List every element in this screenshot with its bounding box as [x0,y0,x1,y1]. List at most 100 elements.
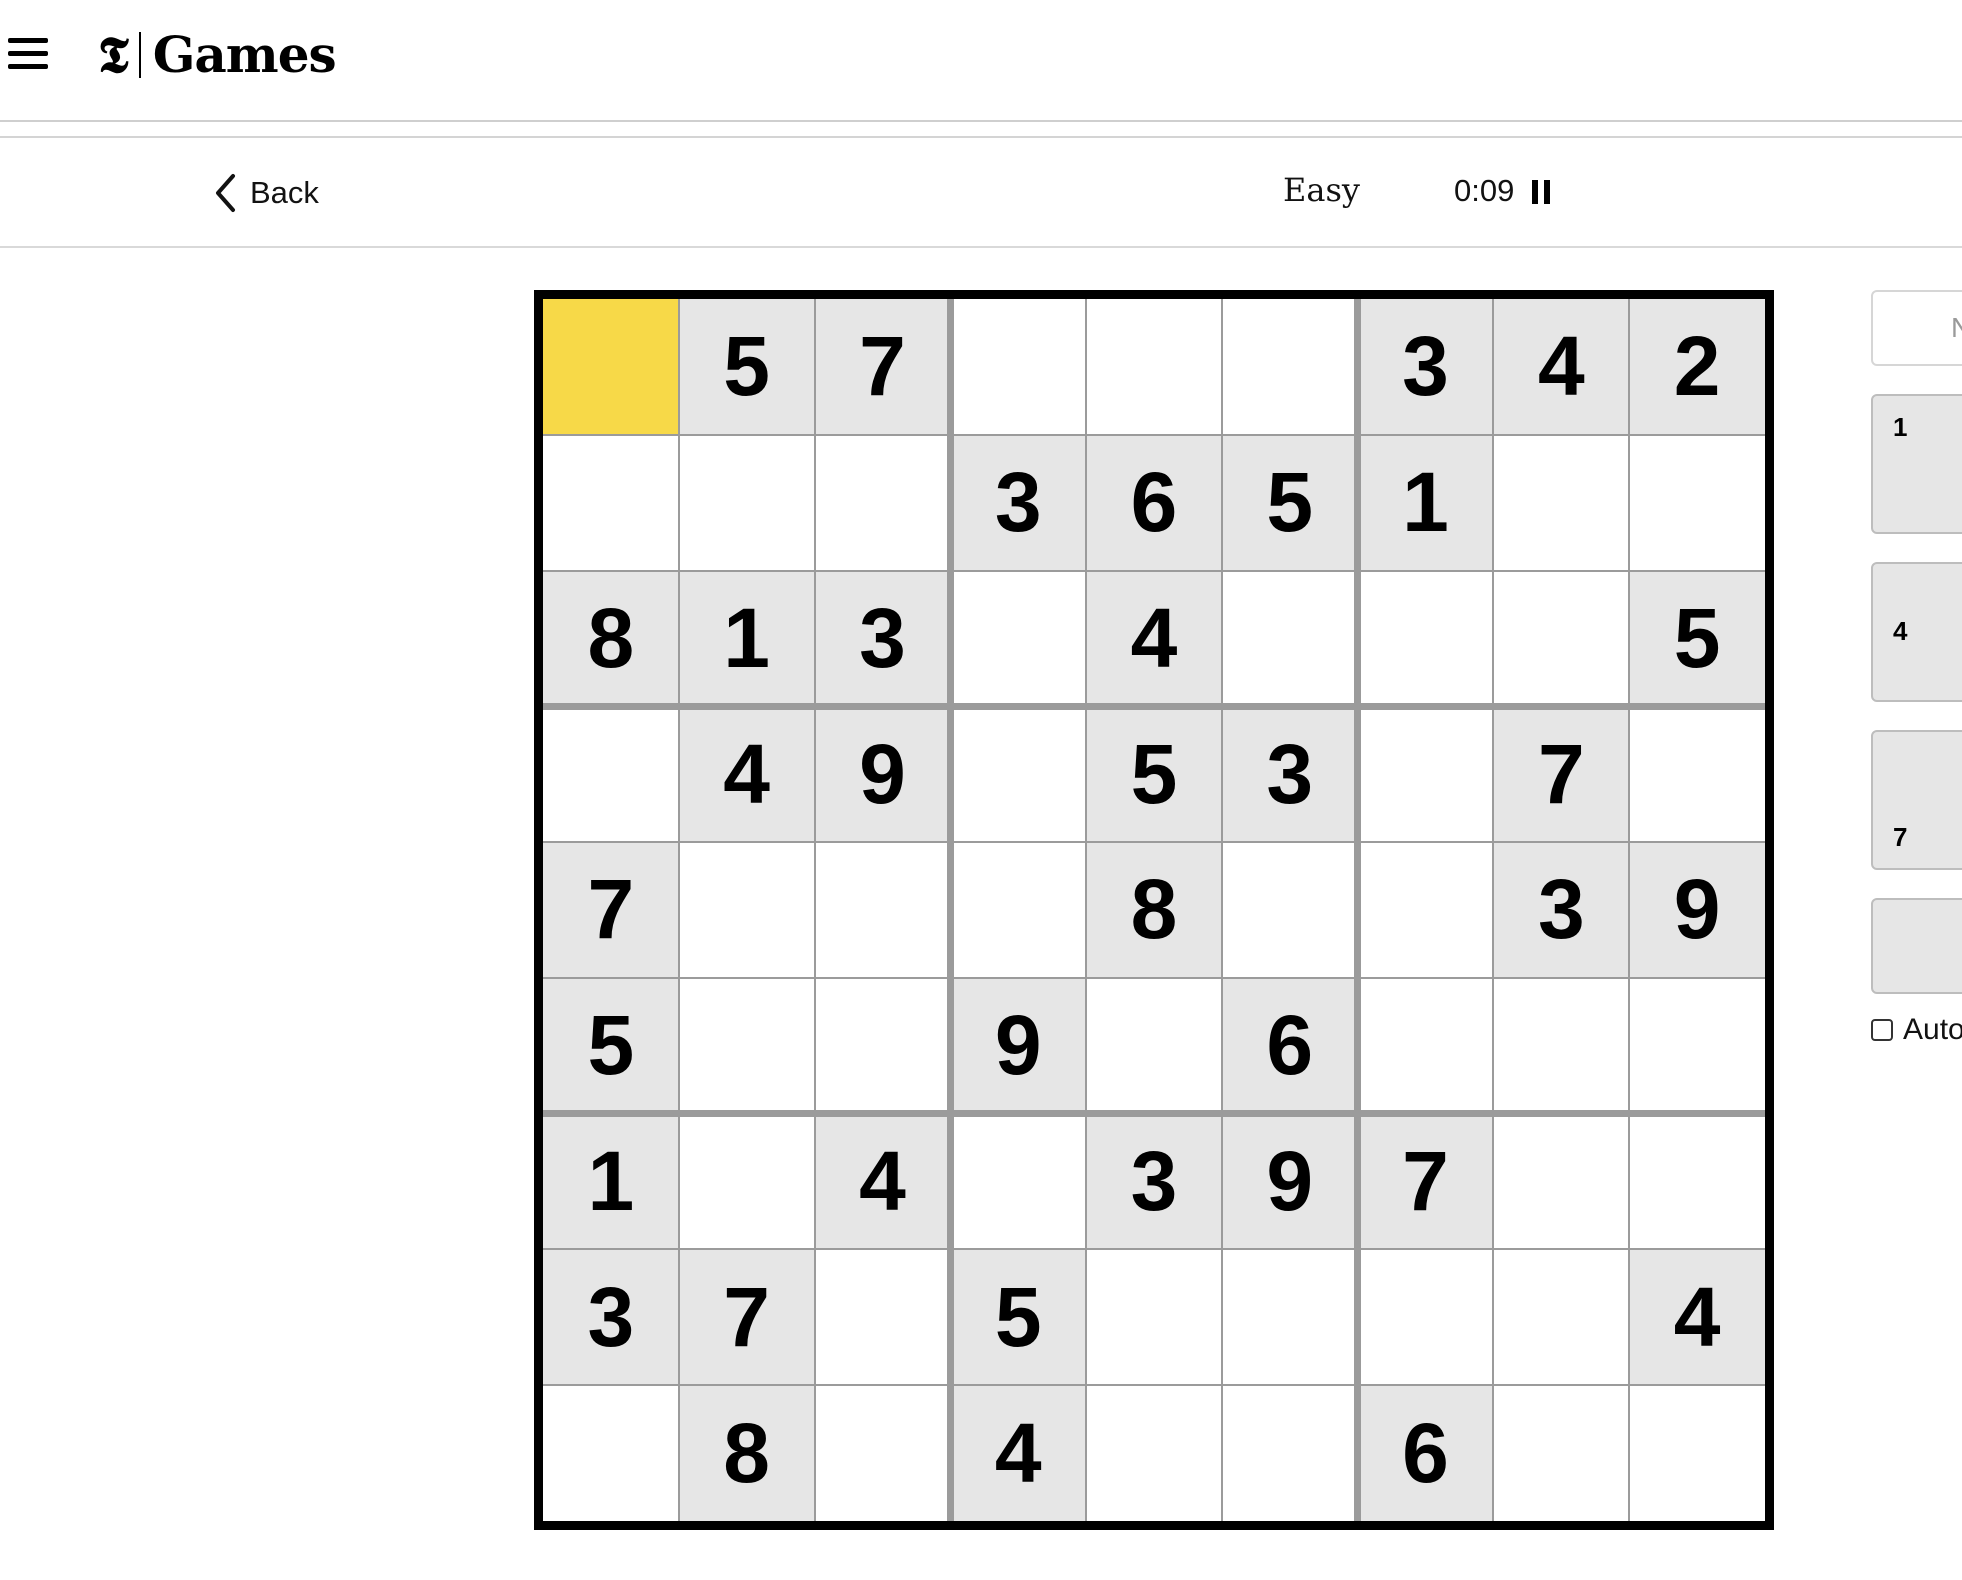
sudoku-cell-r1c7[interactable]: 3 [1357,299,1494,435]
sudoku-cell-r2c3[interactable] [815,435,951,571]
sudoku-cell-r1c2[interactable]: 5 [678,299,815,435]
sudoku-cell-r5c2[interactable] [679,842,815,978]
sudoku-cell-r3c6[interactable] [1222,571,1358,707]
sudoku-cell-r2c6[interactable]: 5 [1221,434,1358,571]
sudoku-cell-r2c9[interactable] [1629,435,1765,571]
sudoku-cell-r7c1[interactable]: 1 [543,1113,679,1250]
sudoku-cell-r1c4[interactable] [950,299,1086,435]
sudoku-cell-r2c2[interactable] [679,435,815,571]
sudoku-cell-r2c4[interactable]: 3 [950,434,1087,571]
logo-games-text: Games [152,25,337,84]
sudoku-cell-r8c6[interactable] [1222,1249,1358,1385]
sudoku-cell-r6c7[interactable] [1358,978,1494,1114]
sudoku-cell-r7c7[interactable]: 7 [1357,1113,1494,1250]
sudoku-cell-r9c6[interactable] [1222,1385,1358,1521]
sudoku-cell-r5c8[interactable]: 3 [1493,842,1630,978]
nyt-games-logo[interactable]: 𝕿 Games [98,24,337,86]
nyt-t-logo-icon: 𝕿 [98,25,129,84]
sudoku-cell-r6c6[interactable]: 6 [1221,977,1358,1114]
timer: 0:09 [1454,173,1515,208]
sudoku-cell-r8c4[interactable]: 5 [950,1249,1087,1386]
sudoku-cell-r1c6[interactable] [1222,299,1358,435]
sudoku-cell-r8c9[interactable]: 4 [1629,1249,1765,1386]
numpad-key-7[interactable]: 7 [1871,730,1962,870]
sudoku-cell-r1c1[interactable] [543,299,679,435]
numpad-key-1[interactable]: 1 [1871,394,1962,534]
back-button[interactable]: Back [214,171,319,215]
notes-mode-toggle[interactable]: N [1871,290,1962,366]
difficulty-label: Easy [1283,171,1360,209]
sudoku-cell-r1c3[interactable]: 7 [814,299,951,435]
sudoku-cell-r9c7[interactable]: 6 [1357,1385,1494,1521]
sudoku-cell-r8c5[interactable] [1086,1249,1222,1385]
sudoku-cell-r5c3[interactable] [815,842,951,978]
numpad-key-label: 7 [1893,822,1908,852]
sudoku-cell-r5c1[interactable]: 7 [543,842,679,978]
erase-button[interactable] [1871,898,1962,994]
sudoku-cell-r8c7[interactable] [1358,1249,1494,1385]
sudoku-cell-r5c6[interactable] [1222,842,1358,978]
sudoku-cell-r4c8[interactable]: 7 [1493,706,1630,843]
sudoku-cell-r9c5[interactable] [1086,1385,1222,1521]
sudoku-cell-r8c1[interactable]: 3 [543,1249,679,1386]
sudoku-cell-r7c4[interactable] [950,1114,1086,1250]
sudoku-cell-r1c8[interactable]: 4 [1493,299,1630,435]
sudoku-cell-r4c3[interactable]: 9 [814,706,951,843]
auto-candidate-checkbox[interactable] [1871,1019,1893,1041]
sudoku-cell-r7c8[interactable] [1493,1114,1629,1250]
sudoku-cell-r8c2[interactable]: 7 [678,1249,815,1386]
sudoku-cell-r7c9[interactable] [1629,1114,1765,1250]
sudoku-cell-r3c7[interactable] [1358,571,1494,707]
number-pad-panel: N 1 4 7 Auto [1871,290,1962,1050]
sudoku-cell-r4c9[interactable] [1629,706,1765,842]
hamburger-menu-icon[interactable] [8,36,50,72]
sudoku-cell-r6c3[interactable] [815,978,951,1114]
sudoku-cell-r4c2[interactable]: 4 [678,706,815,843]
sudoku-cell-r7c6[interactable]: 9 [1221,1113,1358,1250]
sudoku-cell-r3c5[interactable]: 4 [1086,570,1222,707]
sudoku-cell-r6c4[interactable]: 9 [950,977,1087,1114]
sudoku-cell-r2c5[interactable]: 6 [1086,434,1222,571]
sudoku-cell-r6c5[interactable] [1086,978,1222,1114]
sudoku-cell-r9c9[interactable] [1629,1385,1765,1521]
sudoku-cell-r5c9[interactable]: 9 [1629,842,1765,978]
sudoku-cell-r3c4[interactable] [950,571,1086,707]
sudoku-cell-r1c9[interactable]: 2 [1629,299,1765,435]
sudoku-cell-r7c3[interactable]: 4 [814,1113,951,1250]
sudoku-cell-r6c9[interactable] [1629,978,1765,1114]
sudoku-cell-r7c5[interactable]: 3 [1086,1113,1222,1250]
sudoku-cell-r2c7[interactable]: 1 [1357,434,1494,571]
sudoku-cell-r6c1[interactable]: 5 [543,977,679,1114]
sudoku-cell-r4c5[interactable]: 5 [1086,706,1222,843]
auto-candidate-row: Auto [1871,1013,1962,1047]
sudoku-cell-r9c1[interactable] [543,1385,679,1521]
sudoku-cell-r3c2[interactable]: 1 [678,570,815,707]
sudoku-cell-r8c3[interactable] [815,1249,951,1385]
sudoku-cell-r3c9[interactable]: 5 [1629,570,1765,707]
sudoku-cell-r5c7[interactable] [1358,842,1494,978]
sudoku-cell-r9c2[interactable]: 8 [678,1385,815,1521]
sudoku-cell-r4c4[interactable] [950,706,1086,842]
sudoku-cell-r9c4[interactable]: 4 [950,1385,1087,1521]
sudoku-cell-r4c6[interactable]: 3 [1221,706,1358,843]
sudoku-cell-r4c7[interactable] [1358,706,1494,842]
sudoku-cell-r2c8[interactable] [1493,435,1629,571]
sudoku-cell-r6c2[interactable] [679,978,815,1114]
numpad-key-4[interactable]: 4 [1871,562,1962,702]
sudoku-board: 57342365181345495377839596143973754846 [534,290,1774,1530]
sudoku-cell-r5c4[interactable] [950,842,1086,978]
sudoku-cell-r4c1[interactable] [543,706,679,842]
pause-icon[interactable] [1532,180,1552,204]
sudoku-cell-r3c8[interactable] [1493,571,1629,707]
sudoku-cell-r9c3[interactable] [815,1385,951,1521]
sudoku-cell-r3c3[interactable]: 3 [814,570,951,707]
sudoku-cell-r2c1[interactable] [543,435,679,571]
numpad-key-label: 1 [1893,412,1908,442]
sudoku-cell-r1c5[interactable] [1086,299,1222,435]
sudoku-cell-r5c5[interactable]: 8 [1086,842,1222,978]
sudoku-cell-r6c8[interactable] [1493,978,1629,1114]
sudoku-cell-r7c2[interactable] [679,1114,815,1250]
sudoku-cell-r9c8[interactable] [1493,1385,1629,1521]
sudoku-cell-r8c8[interactable] [1493,1249,1629,1385]
sudoku-cell-r3c1[interactable]: 8 [543,570,679,707]
